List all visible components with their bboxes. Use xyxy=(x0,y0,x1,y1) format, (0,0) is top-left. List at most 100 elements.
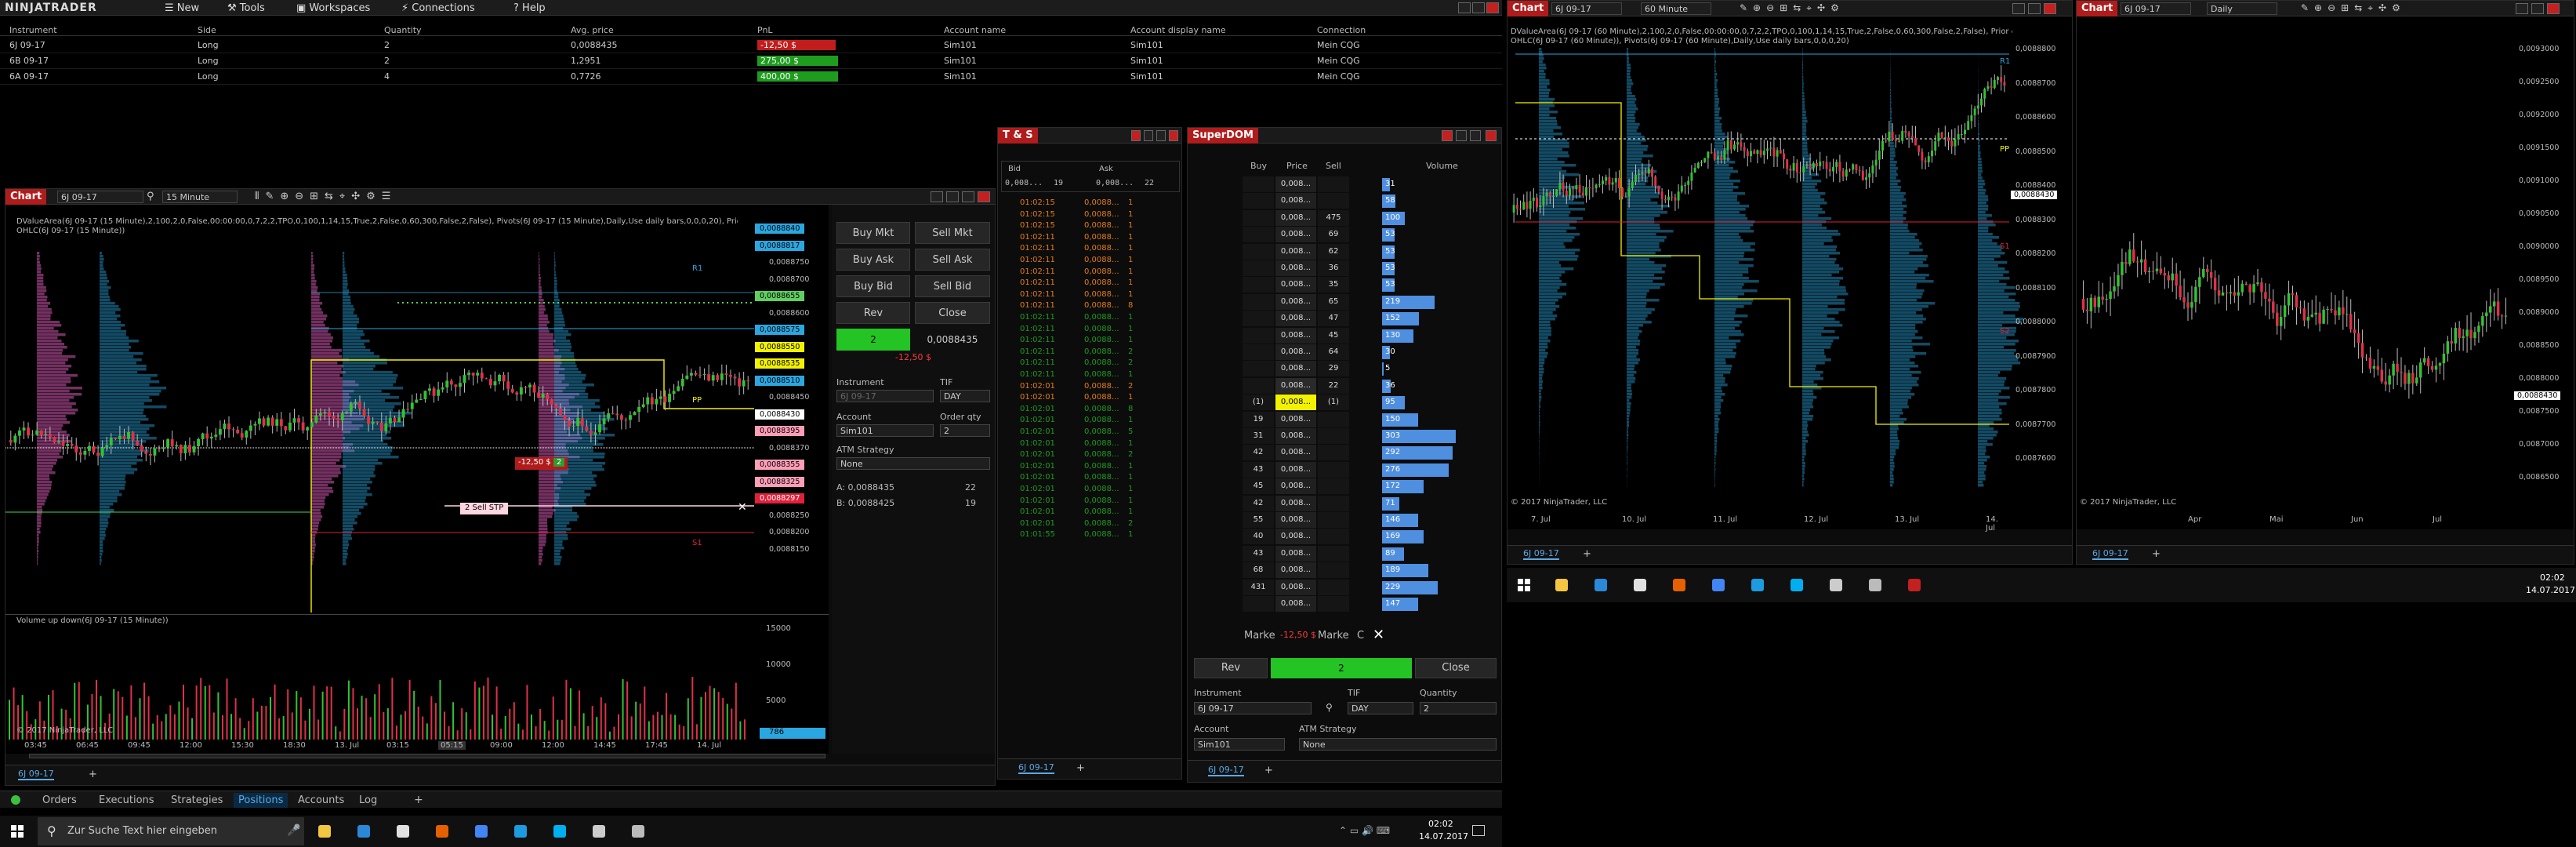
chart3-restore-button[interactable] xyxy=(2516,3,2528,14)
dom-sell-cell[interactable]: 29 xyxy=(1318,361,1349,377)
dom-buy-cell[interactable] xyxy=(1243,377,1274,394)
dom-sell-cell[interactable] xyxy=(1318,411,1349,427)
dom-row[interactable]: 0,008... 47 152 xyxy=(1243,311,1493,327)
calculator-icon[interactable] xyxy=(1864,574,1886,596)
dom-row[interactable]: 31 0,008... 303 xyxy=(1243,428,1493,445)
dom-ladder[interactable]: 0,008... 31 0,008... 58 0,008... 475 100 0,008.… xyxy=(1188,176,1501,616)
dom-cancel-all-icon[interactable]: ✕ xyxy=(1373,627,1384,643)
dom-buy-cell[interactable] xyxy=(1243,311,1274,327)
chart1-maximize-button[interactable] xyxy=(962,191,974,202)
dom-sell-cell[interactable] xyxy=(1318,461,1349,478)
dom-row[interactable]: 0,008... 31 xyxy=(1243,176,1493,193)
chart1-plot[interactable]: DValueArea(6J 09-17 (15 Minute),2,100,2,… xyxy=(5,205,829,754)
close-position-button[interactable]: Close xyxy=(915,302,990,324)
dom-row[interactable]: (1) 0,008... (1) 95 xyxy=(1243,394,1493,411)
dom-sell-cell[interactable]: 36 xyxy=(1318,260,1349,276)
notifications-icon[interactable] xyxy=(1472,825,1485,836)
col-avg-price[interactable]: Avg. price xyxy=(571,25,614,35)
dom-rev-button[interactable]: Rev xyxy=(1194,658,1268,678)
dom-sell-cell[interactable]: 62 xyxy=(1318,243,1349,260)
dom-sell-cell[interactable]: (1) xyxy=(1318,394,1349,411)
dom-row[interactable]: 40 0,008... 169 xyxy=(1243,529,1493,545)
chart1-minimize-button[interactable] xyxy=(946,191,959,202)
dom-row[interactable]: 43 0,008... 276 xyxy=(1243,461,1493,478)
skype-icon[interactable] xyxy=(549,820,571,842)
dom-row[interactable]: 43 0,008... 89 xyxy=(1243,545,1493,562)
chart2-interval-select[interactable]: 60 Minute xyxy=(1641,2,1711,15)
col-account-display[interactable]: Account display name xyxy=(1130,25,1226,35)
dom-sell-cell[interactable]: 69 xyxy=(1318,227,1349,243)
col-side[interactable]: Side xyxy=(198,25,216,35)
dom-sell-cell[interactable]: 65 xyxy=(1318,293,1349,310)
dom-add-tab-icon[interactable]: + xyxy=(1264,765,1273,776)
ninjatrader-icon[interactable] xyxy=(627,820,649,842)
tab-accounts[interactable]: Accounts xyxy=(298,794,344,806)
tray-icons[interactable]: ⌃ ▭ 🔊 ⌨ xyxy=(1339,825,1390,836)
position-row[interactable]: 6B 09-17 Long 2 1,2951 275,00 $ Sim101 Sim101 M… xyxy=(0,53,1502,69)
dom-buy-cell[interactable]: 42 xyxy=(1243,445,1274,461)
chart2-time-axis[interactable]: 7. Jul 10. Jul 11. Jul 12. Jul 13. Jul 14. Ju… xyxy=(1508,515,2009,533)
edge-icon[interactable] xyxy=(1629,574,1651,596)
dom-row[interactable]: 68 0,008... 189 xyxy=(1243,562,1493,579)
menu-new[interactable]: ☰ New xyxy=(165,2,199,14)
buy-bid-button[interactable]: Buy Bid xyxy=(836,275,910,297)
dom-row[interactable]: 42 0,008... 71 xyxy=(1243,495,1493,512)
dom-buy-cell[interactable] xyxy=(1243,293,1274,310)
menu-tools[interactable]: ⚒ Tools xyxy=(227,2,265,14)
position-row[interactable]: 6A 09-17 Long 4 0,7726 400,00 $ Sim101 Sim101 M… xyxy=(0,69,1502,85)
dom-sell-cell[interactable] xyxy=(1318,428,1349,444)
chart-trader-tif-select[interactable]: DAY xyxy=(940,390,990,402)
dom-sell-cell[interactable]: 22 xyxy=(1318,377,1349,394)
chart2-price-axis[interactable]: 0,0088800 0,0088700 0,0088600 0,0088500 0,00… xyxy=(2009,16,2072,487)
dom-close-button[interactable] xyxy=(1486,130,1497,141)
dom-sell-cell[interactable] xyxy=(1318,445,1349,461)
dom-atm-select[interactable]: None xyxy=(1299,738,1497,751)
dom-sell-cell[interactable] xyxy=(1318,579,1349,595)
buy-mkt-button[interactable]: Buy Mkt xyxy=(836,222,910,244)
ts-add-tab-icon[interactable]: + xyxy=(1076,762,1085,774)
menu-help[interactable]: ? Help xyxy=(513,2,546,14)
store-icon[interactable] xyxy=(1707,574,1729,596)
maximize-button[interactable] xyxy=(1472,2,1485,13)
dom-buy-cell[interactable]: 55 xyxy=(1243,512,1274,528)
dom-row[interactable]: 0,008... 62 53 xyxy=(1243,243,1493,260)
chart1-tools-icons[interactable]: ⫴✎⊕⊖⊞⇆⌖✣⚙☰ xyxy=(255,191,397,202)
ts-close-button[interactable] xyxy=(1169,130,1178,141)
buy-ask-button[interactable]: Buy Ask xyxy=(836,249,910,271)
chart1-price-axis[interactable]: 0,0088840 0,0088817 0,0088750 0,0088700 0,00… xyxy=(753,205,829,581)
chart2-add-tab-icon[interactable]: + xyxy=(1583,548,1591,560)
dom-row[interactable]: 431 0,008... 229 xyxy=(1243,579,1493,596)
dom-buy-cell[interactable] xyxy=(1243,193,1274,209)
dom-buy-cell[interactable] xyxy=(1243,209,1274,226)
ts-restore-button[interactable] xyxy=(1131,130,1141,141)
chart1-interval-select[interactable]: 15 Minute xyxy=(162,191,238,203)
dom-search-icon[interactable]: ⚲ xyxy=(1326,702,1333,713)
dom-buy-cell[interactable]: 43 xyxy=(1243,545,1274,562)
microphone-icon[interactable]: 🎤 xyxy=(287,824,300,837)
dom-row[interactable]: 0,008... 69 53 xyxy=(1243,227,1493,243)
chart-trader-atm-select[interactable]: None xyxy=(836,457,990,470)
dom-sell-cell[interactable]: 475 xyxy=(1318,209,1349,226)
tab-executions[interactable]: Executions xyxy=(99,794,154,806)
chart-trader-instrument-select[interactable]: 6J 09-17 xyxy=(836,390,934,402)
ninjatrader-icon[interactable] xyxy=(1903,574,1925,596)
col-connection[interactable]: Connection xyxy=(1317,25,1366,35)
dom-buy-cell[interactable]: 40 xyxy=(1243,529,1274,545)
dom-market-sell-button[interactable]: Marke xyxy=(1318,630,1349,642)
chart3-interval-select[interactable]: Daily xyxy=(2207,2,2277,15)
dom-sell-cell[interactable] xyxy=(1318,596,1349,612)
chart1-close-button[interactable] xyxy=(978,191,990,202)
dom-buy-cell[interactable] xyxy=(1243,260,1274,276)
chart1-stop-cancel-icon[interactable]: ✕ xyxy=(738,501,747,514)
chart1-order-flag[interactable]: -12,50 $ 2 xyxy=(515,457,568,470)
chart2-plot[interactable]: DValueArea(6J 09-17 (60 Minute),2,100,2,… xyxy=(1508,16,2072,533)
chart3-tools-icons[interactable]: ✎⊕⊖⊞⇆⌖✣⚙ xyxy=(2301,2,2406,14)
windows-icon-right[interactable] xyxy=(1518,579,1530,591)
dom-row[interactable]: 0,008... 147 xyxy=(1243,596,1493,613)
chart1-restore-button[interactable] xyxy=(931,191,943,202)
dom-sell-cell[interactable]: 47 xyxy=(1318,311,1349,327)
dom-account-select[interactable]: Sim101 xyxy=(1194,738,1285,751)
dom-buy-cell[interactable]: 42 xyxy=(1243,495,1274,511)
dom-sell-cell[interactable] xyxy=(1318,193,1349,209)
calculator-icon[interactable] xyxy=(588,820,610,842)
